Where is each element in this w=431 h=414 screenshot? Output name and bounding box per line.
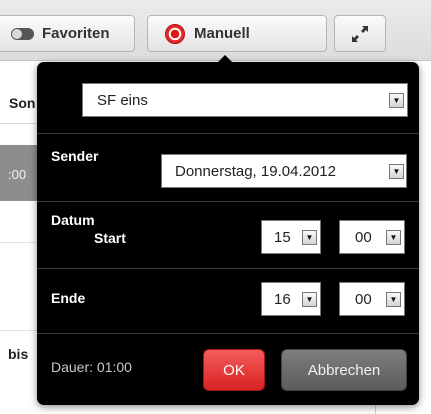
- end-hour-select[interactable]: 16 ▼: [261, 282, 321, 316]
- date-select[interactable]: Donnerstag, 19.04.2012 ▼: [161, 154, 407, 188]
- start-hour-select[interactable]: 15 ▼: [261, 220, 321, 254]
- favorites-label: Favoriten: [42, 25, 110, 42]
- triangle-down-icon: ▼: [389, 92, 404, 108]
- manual-record-button[interactable]: Manuell: [147, 15, 327, 52]
- row-divider: [0, 242, 40, 243]
- table-header-cell: Son: [0, 80, 40, 124]
- expand-icon: [352, 25, 368, 42]
- start-minute-value: 00: [355, 228, 372, 246]
- table-row-selected[interactable]: :00: [0, 145, 40, 201]
- end-label: Ende: [51, 290, 86, 306]
- start-minute-select[interactable]: 00 ▼: [339, 220, 405, 254]
- toggle-icon: [11, 27, 34, 40]
- manual-recording-popup: SF eins ▼ Sender Donnerstag, 19.04.2012 …: [37, 62, 419, 405]
- ok-button[interactable]: OK: [203, 349, 265, 391]
- start-hour-value: 15: [274, 228, 291, 246]
- triangle-down-icon: ▼: [386, 291, 401, 307]
- end-hour-value: 16: [274, 290, 291, 308]
- datum-label: Datum: [51, 212, 95, 228]
- duration-text: Dauer: 01:00: [51, 359, 132, 375]
- triangle-down-icon: ▼: [302, 291, 317, 307]
- fullscreen-button[interactable]: [334, 15, 386, 52]
- channel-select[interactable]: SF eins ▼: [82, 83, 408, 117]
- toolbar: Favoriten Manuell: [0, 0, 431, 61]
- date-select-value: Donnerstag, 19.04.2012: [175, 162, 336, 180]
- end-minute-select[interactable]: 00 ▼: [339, 282, 405, 316]
- cancel-button[interactable]: Abbrechen: [281, 349, 407, 391]
- table-cell-time: :00: [8, 167, 27, 182]
- record-icon: [165, 23, 185, 44]
- manual-label: Manuell: [194, 25, 250, 42]
- triangle-down-icon: ▼: [386, 229, 401, 245]
- start-label: Start: [94, 230, 126, 246]
- triangle-down-icon: ▼: [389, 163, 404, 179]
- divider: [37, 333, 419, 334]
- table-cell-bis: bis: [8, 346, 29, 362]
- divider: [37, 201, 419, 202]
- favorites-button[interactable]: Favoriten: [0, 15, 135, 52]
- divider: [37, 268, 419, 269]
- divider: [37, 133, 419, 134]
- channel-select-value: SF eins: [97, 91, 148, 109]
- end-minute-value: 00: [355, 290, 372, 308]
- row-divider: [0, 330, 40, 331]
- triangle-down-icon: ▼: [302, 229, 317, 245]
- table-header-text: Son: [9, 95, 36, 111]
- sender-label: Sender: [51, 148, 99, 164]
